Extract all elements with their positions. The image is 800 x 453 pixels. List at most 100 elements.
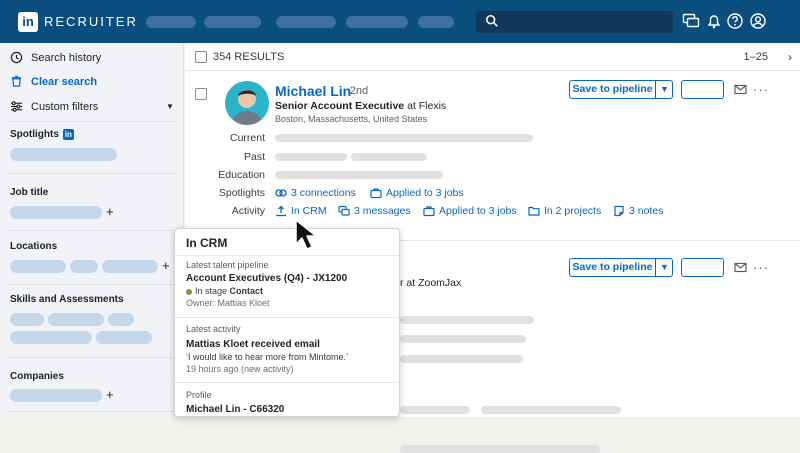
messages-link[interactable]: 3 messages (338, 205, 411, 217)
app-brand: RECRUITER (44, 14, 138, 29)
stage-status-dot (186, 288, 192, 295)
connection-degree: · 2nd (343, 85, 369, 97)
sidebar-divider (8, 411, 176, 412)
past-position-placeholder (351, 153, 427, 161)
pipeline-stage: In stage Contact (186, 286, 263, 296)
spotlights-label: Spotlights (10, 129, 59, 141)
skill-filter-chip[interactable] (108, 313, 134, 326)
select-candidate-checkbox[interactable] (195, 88, 207, 100)
location-filter-chip[interactable] (70, 260, 98, 273)
more-options-button[interactable]: ··· (753, 260, 769, 275)
sidebar-divider (8, 121, 176, 122)
avatar[interactable] (225, 81, 269, 125)
current-position-placeholder (400, 316, 534, 324)
profile-account-icon[interactable] (749, 12, 767, 30)
nav-item-placeholder-4[interactable] (346, 16, 408, 28)
stage-value: Contact (229, 286, 264, 296)
job-title-text: Senior Account Executive (275, 100, 405, 112)
profile-id-link[interactable]: Michael Lin - C66320 (186, 404, 284, 415)
candidate-name-link[interactable]: Michael Lin (275, 83, 351, 99)
education-placeholder (400, 355, 523, 363)
clock-icon (10, 51, 23, 64)
companies-heading: Companies (10, 371, 64, 382)
nav-item-placeholder-3[interactable] (276, 16, 336, 28)
popover-divider (175, 382, 399, 383)
sidebar-divider (8, 284, 176, 285)
spotlight-applied-label: Applied to 3 jobs (386, 187, 464, 199)
pagination-range: 1–25 (743, 51, 768, 63)
pipeline-caption: Latest talent pipeline (186, 260, 269, 270)
spotlights-filter-chip[interactable] (10, 148, 117, 161)
linkedin-logo[interactable]: in (18, 12, 38, 32)
chevron-down-icon[interactable]: ▼ (660, 84, 669, 94)
clear-search-button[interactable]: Clear search (10, 75, 97, 88)
skill-filter-chip[interactable] (10, 313, 44, 326)
search-icon (485, 14, 498, 27)
skill-filter-chip[interactable] (10, 331, 92, 344)
top-navigation-bar: in RECRUITER (0, 0, 800, 43)
results-count: 354 RESULTS (213, 51, 285, 63)
global-search-input[interactable] (476, 11, 673, 33)
job-title-filter-chip[interactable] (10, 206, 102, 219)
skill-filter-chip[interactable] (96, 331, 152, 344)
activity-caption: Latest activity (186, 324, 241, 334)
projects-link[interactable]: In 2 projects (528, 205, 601, 217)
save-to-pipeline-button[interactable]: Save to pipeline ▼ (569, 258, 673, 277)
chevron-down-icon[interactable]: ▼ (660, 262, 669, 272)
messages-icon (338, 205, 350, 216)
location-filter-chip[interactable] (102, 260, 158, 273)
skill-filter-chip[interactable] (48, 313, 104, 326)
next-page-button[interactable]: › (788, 50, 792, 64)
search-history-button[interactable]: Search history (10, 51, 101, 64)
add-location-button[interactable]: + (162, 258, 170, 273)
skills-heading: Skills and Assessments (10, 294, 124, 305)
email-icon[interactable] (734, 83, 747, 96)
notes-link[interactable]: 3 notes (613, 205, 663, 217)
help-icon[interactable] (726, 12, 744, 30)
pipeline-name-link[interactable]: Account Executives (Q4) - JX1200 (186, 273, 347, 284)
upload-icon (276, 205, 286, 217)
custom-filters-toggle[interactable]: Custom filters ▼ (10, 100, 174, 113)
past-position-placeholder (400, 335, 526, 343)
education-label: Education (218, 169, 265, 181)
messages-icon[interactable] (682, 12, 700, 30)
spotlights-heading: Spotlights in (10, 129, 74, 140)
more-options-button[interactable]: ··· (753, 82, 769, 97)
locations-heading: Locations (10, 241, 58, 252)
briefcase-icon (423, 206, 435, 217)
company-filter-chip[interactable] (10, 389, 102, 402)
current-position-placeholder (275, 134, 533, 142)
nav-item-placeholder-5[interactable] (418, 16, 454, 28)
secondary-action-button[interactable] (681, 258, 724, 277)
location-filter-chip[interactable] (10, 260, 66, 273)
custom-filters-label: Custom filters (31, 100, 99, 113)
nav-item-placeholder-1[interactable] (146, 16, 196, 28)
save-to-pipeline-label: Save to pipeline (570, 81, 656, 98)
headline-separator: at (404, 100, 419, 112)
in-crm-label: In CRM (291, 205, 327, 217)
note-icon (614, 205, 624, 217)
spotlight-placeholder (481, 406, 621, 414)
secondary-action-button[interactable] (681, 80, 724, 99)
candidate-headline: r at ZoomJax (400, 277, 462, 289)
save-to-pipeline-button[interactable]: Save to pipeline ▼ (569, 80, 673, 99)
education-placeholder (275, 171, 443, 179)
search-history-label: Search history (31, 51, 102, 64)
in-crm-link[interactable]: In CRM (275, 205, 327, 217)
connections-link[interactable]: 3 connections (275, 187, 356, 199)
current-label: Current (229, 132, 265, 144)
select-all-checkbox[interactable] (195, 51, 207, 63)
spotlight-applied-link[interactable]: Applied to 3 jobs (370, 187, 464, 199)
nav-item-placeholder-2[interactable] (204, 16, 261, 28)
add-company-button[interactable]: + (106, 387, 114, 402)
linkedin-badge-icon: in (62, 129, 74, 140)
activity-quote: ‘I would like to hear more from Mintome.… (186, 352, 349, 362)
activity-applied-link[interactable]: Applied to 3 jobs (423, 205, 517, 217)
profile-caption: Profile (186, 390, 212, 400)
notifications-bell-icon[interactable] (705, 12, 723, 30)
activity-time: 19 hours ago (new activity) (186, 364, 294, 374)
add-job-title-button[interactable]: + (106, 204, 114, 219)
candidate-location: Boston, Massachusetts, United States (275, 114, 428, 124)
candidate-headline: Senior Account Executive at Flexis (275, 100, 446, 112)
email-icon[interactable] (734, 261, 747, 274)
